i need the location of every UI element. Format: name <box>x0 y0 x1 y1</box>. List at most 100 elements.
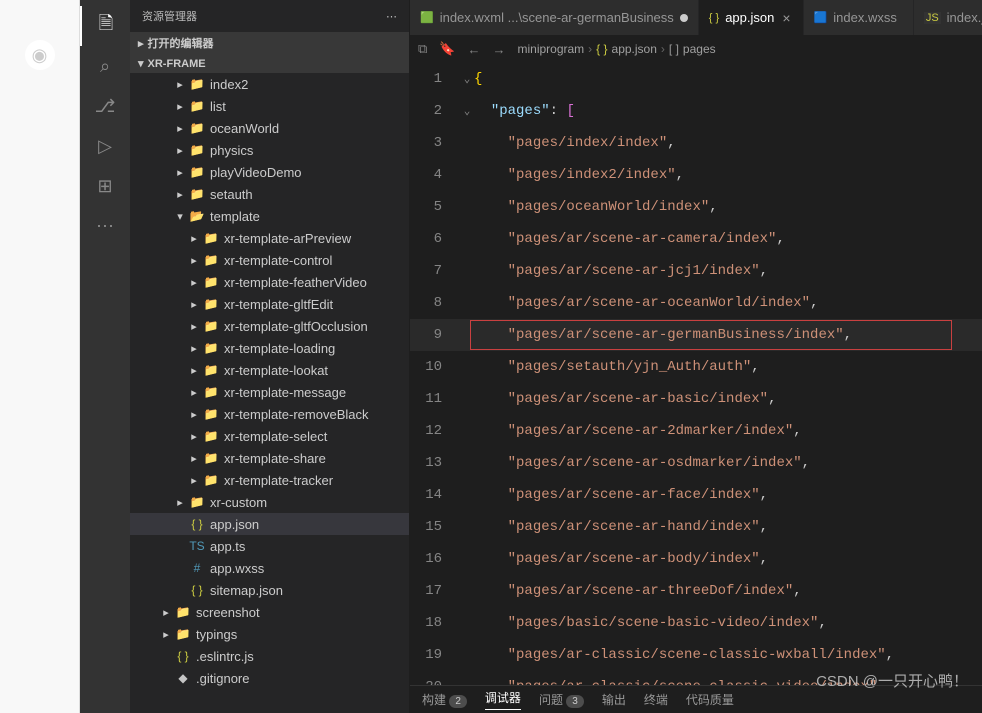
editor-tab[interactable]: 🟦index.wxss <box>804 0 914 35</box>
tree-file[interactable]: ▸{ }app.json <box>130 513 409 535</box>
panel-debugger[interactable]: 调试器 <box>485 689 521 710</box>
panel-output[interactable]: 输出 <box>602 691 626 708</box>
open-editors-section[interactable]: ▸ 打开的编辑器 <box>130 32 409 54</box>
files-icon[interactable]: 🗎 <box>80 6 130 46</box>
code-line[interactable]: 20 "pages/ar-classic/scene-classic-video… <box>410 671 982 685</box>
folder-icon: 📁 <box>202 253 220 267</box>
code-line[interactable]: 11 "pages/ar/scene-ar-basic/index", <box>410 383 982 415</box>
close-icon[interactable]: × <box>780 10 792 26</box>
chevron-icon: ▸ <box>186 430 202 443</box>
tree-folder[interactable]: ▸📁xr-template-featherVideo <box>130 271 409 293</box>
code-line[interactable]: 7 "pages/ar/scene-ar-jcj1/index", <box>410 255 982 287</box>
search-icon[interactable]: ⌕ <box>80 46 130 86</box>
avatar-circle[interactable]: ◉ <box>25 40 55 70</box>
tree-folder[interactable]: ▸📁xr-template-gltfOcclusion <box>130 315 409 337</box>
code-line[interactable]: 9 "pages/ar/scene-ar-germanBusiness/inde… <box>410 319 982 351</box>
fold-icon[interactable]: ⌄ <box>460 104 474 118</box>
line-number: 11 <box>410 391 460 407</box>
tree-folder[interactable]: ▸📁xr-template-gltfEdit <box>130 293 409 315</box>
tree-folder[interactable]: ▸📁setauth <box>130 183 409 205</box>
more-icon[interactable]: ⋯ <box>80 206 130 246</box>
code-line[interactable]: 6 "pages/ar/scene-ar-camera/index", <box>410 223 982 255</box>
debug-icon[interactable]: ▷ <box>80 126 130 166</box>
code-line[interactable]: 5 "pages/oceanWorld/index", <box>410 191 982 223</box>
tab-label: index.js ...\ <box>947 10 982 25</box>
breadcrumb[interactable]: miniprogram› { }app.json› [ ]pages <box>517 42 715 56</box>
tree-folder[interactable]: ▸📁xr-template-lookat <box>130 359 409 381</box>
tree-file[interactable]: ▸◆.gitignore <box>130 667 409 689</box>
branch-icon[interactable]: ⎇ <box>80 86 130 126</box>
code-content: "pages/setauth/yjn_Auth/auth", <box>474 359 760 375</box>
code-line[interactable]: 17 "pages/ar/scene-ar-threeDof/index", <box>410 575 982 607</box>
tree-folder[interactable]: ▸📁index2 <box>130 73 409 95</box>
code-line[interactable]: 19 "pages/ar-classic/scene-classic-wxbal… <box>410 639 982 671</box>
code-line[interactable]: 15 "pages/ar/scene-ar-hand/index", <box>410 511 982 543</box>
code-line[interactable]: 8 "pages/ar/scene-ar-oceanWorld/index", <box>410 287 982 319</box>
code-content: "pages/ar/scene-ar-osdmarker/index", <box>474 455 810 471</box>
tree-label: screenshot <box>196 605 260 620</box>
tree-label: typings <box>196 627 237 642</box>
tree-file[interactable]: ▸#app.wxss <box>130 557 409 579</box>
tree-label: index2 <box>210 77 248 92</box>
fold-icon[interactable]: ⌄ <box>460 72 474 86</box>
tree-label: .gitignore <box>196 671 249 686</box>
tree-folder[interactable]: ▸📁xr-template-message <box>130 381 409 403</box>
tree-folder[interactable]: ▸📁xr-template-loading <box>130 337 409 359</box>
folder-icon: 📁 <box>188 187 206 201</box>
tree-folder[interactable]: ▸📁list <box>130 95 409 117</box>
code-line[interactable]: 10 "pages/setauth/yjn_Auth/auth", <box>410 351 982 383</box>
more-icon[interactable]: ⋯ <box>386 10 397 23</box>
chevron-icon: ▸ <box>158 650 174 663</box>
compare-icon[interactable]: ⧉ <box>418 41 427 57</box>
tree-folder[interactable]: ▸📁xr-template-tracker <box>130 469 409 491</box>
tree-folder[interactable]: ▸📁xr-template-share <box>130 447 409 469</box>
code-content: "pages/ar/scene-ar-oceanWorld/index", <box>474 295 818 311</box>
tree-folder[interactable]: ▸📁xr-template-arPreview <box>130 227 409 249</box>
tree-folder[interactable]: ▸📁screenshot <box>130 601 409 623</box>
tab-label: app.json <box>725 10 774 25</box>
tree-folder[interactable]: ▸📁typings <box>130 623 409 645</box>
code-line[interactable]: 14 "pages/ar/scene-ar-face/index", <box>410 479 982 511</box>
panel-build[interactable]: 构建 2 <box>422 691 467 708</box>
panel-terminal[interactable]: 终端 <box>644 691 668 708</box>
tree-file[interactable]: ▸TSapp.ts <box>130 535 409 557</box>
tree-folder[interactable]: ▸📁xr-template-select <box>130 425 409 447</box>
folder-icon: 📁 <box>188 99 206 113</box>
tree-folder[interactable]: ▸📁playVideoDemo <box>130 161 409 183</box>
tree-folder[interactable]: ▾📂template <box>130 205 409 227</box>
code-editor[interactable]: 1⌄{2⌄ "pages": [3 "pages/index/index",4 … <box>410 63 982 685</box>
code-line[interactable]: 13 "pages/ar/scene-ar-osdmarker/index", <box>410 447 982 479</box>
back-icon[interactable]: ← <box>467 42 480 57</box>
bottom-panel: 构建 2 调试器 问题 3 输出 终端 代码质量 <box>410 685 982 713</box>
tree-folder[interactable]: ▸📁xr-custom <box>130 491 409 513</box>
editor-tab[interactable]: JSindex.js ...\ <box>914 0 982 35</box>
editor-tab[interactable]: { }app.json× <box>699 0 804 35</box>
panel-problems[interactable]: 问题 3 <box>539 691 584 708</box>
tree-folder[interactable]: ▸📁xr-template-removeBlack <box>130 403 409 425</box>
code-line[interactable]: 16 "pages/ar/scene-ar-body/index", <box>410 543 982 575</box>
tree-folder[interactable]: ▸📁oceanWorld <box>130 117 409 139</box>
tree-folder[interactable]: ▸📁physics <box>130 139 409 161</box>
code-line[interactable]: 3 "pages/index/index", <box>410 127 982 159</box>
code-line[interactable]: 12 "pages/ar/scene-ar-2dmarker/index", <box>410 415 982 447</box>
project-section[interactable]: ▾ XR-FRAME <box>130 54 409 73</box>
panel-codequality[interactable]: 代码质量 <box>686 691 734 708</box>
line-number: 6 <box>410 231 460 247</box>
tab-label: index.wxml ...\scene-ar-germanBusiness <box>440 10 674 25</box>
tree-file[interactable]: ▸{ }.eslintrc.js <box>130 645 409 667</box>
file-tree[interactable]: ▸📁index2▸📁list▸📁oceanWorld▸📁physics▸📁pla… <box>130 73 409 713</box>
bookmark-icon[interactable]: 🔖 <box>439 41 455 57</box>
code-line[interactable]: 4 "pages/index2/index", <box>410 159 982 191</box>
editor-tab[interactable]: 🟩index.wxml ...\scene-ar-germanBusiness <box>410 0 699 35</box>
extensions-icon[interactable]: ⊞ <box>80 166 130 206</box>
code-line[interactable]: 18 "pages/basic/scene-basic-video/index"… <box>410 607 982 639</box>
forward-icon[interactable]: → <box>492 42 505 57</box>
tree-file[interactable]: ▸{ }sitemap.json <box>130 579 409 601</box>
chevron-icon: ▸ <box>172 188 188 201</box>
folder-icon: 📁 <box>188 143 206 157</box>
modified-dot-icon[interactable] <box>680 14 688 22</box>
tree-label: xr-template-gltfOcclusion <box>224 319 368 334</box>
code-line[interactable]: 1⌄{ <box>410 63 982 95</box>
code-line[interactable]: 2⌄ "pages": [ <box>410 95 982 127</box>
tree-folder[interactable]: ▸📁xr-template-control <box>130 249 409 271</box>
